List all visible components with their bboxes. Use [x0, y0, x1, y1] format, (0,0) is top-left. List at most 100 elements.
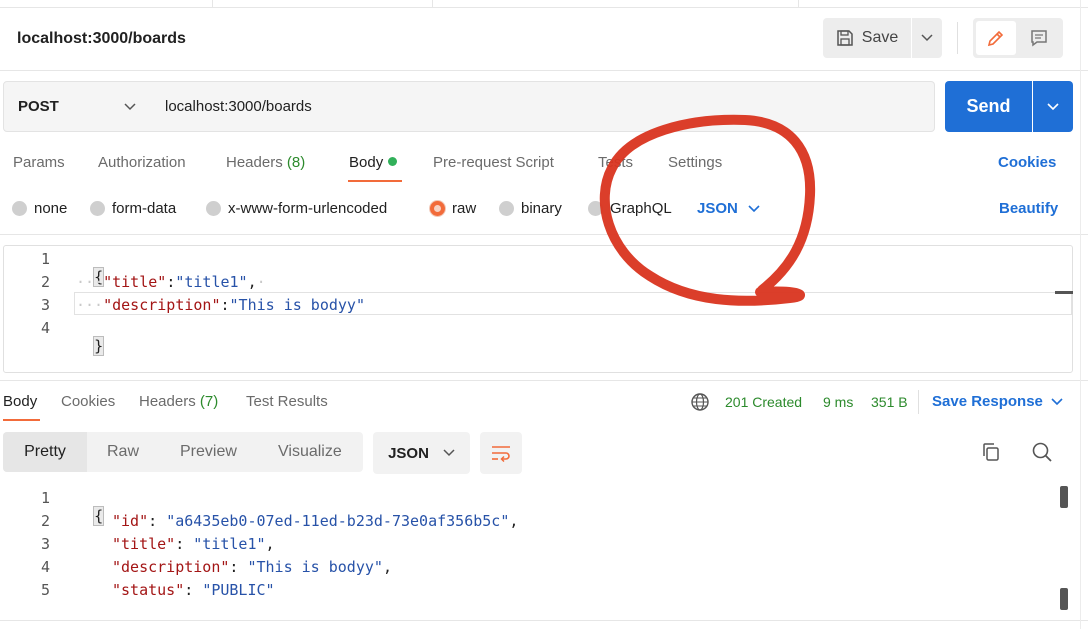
- send-dropdown-button[interactable]: [1033, 81, 1073, 132]
- response-size[interactable]: 351 B: [871, 394, 908, 410]
- tab-edge: [212, 0, 213, 8]
- line-number: 1: [40, 489, 50, 507]
- active-tab-underline: [348, 180, 402, 182]
- active-tab-underline: [3, 419, 40, 421]
- tab-body-label: Body: [349, 154, 384, 171]
- json-value: "This is bodyy": [247, 558, 383, 576]
- view-pretty[interactable]: Pretty: [3, 432, 87, 472]
- line-number: 3: [40, 296, 50, 314]
- view-preview[interactable]: Preview: [180, 443, 237, 461]
- save-dropdown-button[interactable]: [912, 18, 942, 58]
- method-select[interactable]: POST: [3, 81, 151, 132]
- save-label: Save: [861, 29, 899, 46]
- line-number: 2: [40, 512, 50, 530]
- scrollbar-thumb[interactable]: [1060, 486, 1068, 508]
- floppy-icon: [837, 30, 853, 46]
- response-tab-body[interactable]: Body: [3, 393, 37, 410]
- radio-button-selected[interactable]: [430, 201, 445, 216]
- chevron-down-icon: [124, 102, 136, 110]
- json-key: "title": [112, 535, 176, 553]
- beautify-link[interactable]: Beautify: [999, 200, 1058, 217]
- json-key: "description": [103, 296, 221, 314]
- brace: {: [93, 506, 105, 526]
- save-response-label: Save Response: [932, 393, 1043, 410]
- radio-button[interactable]: [588, 201, 603, 216]
- divider: [918, 390, 919, 414]
- request-title[interactable]: localhost:3000/boards: [17, 30, 186, 48]
- chevron-down-icon: [443, 449, 455, 457]
- body-indicator-dot: [388, 157, 398, 166]
- tab-tests[interactable]: Tests: [598, 154, 633, 171]
- scrollbar-thumb[interactable]: [1060, 588, 1068, 610]
- json-key: "title": [103, 273, 167, 291]
- save-button[interactable]: Save: [823, 18, 911, 58]
- code-line: }: [76, 319, 105, 356]
- tab-headers-label: Headers: [226, 154, 283, 171]
- wrap-lines-icon: [492, 446, 510, 462]
- tab-settings[interactable]: Settings: [668, 154, 722, 171]
- view-raw[interactable]: Raw: [107, 443, 139, 461]
- tab-body[interactable]: Body: [349, 154, 398, 171]
- comment-icon: [1031, 30, 1047, 47]
- body-format-select[interactable]: JSON: [697, 200, 760, 217]
- radio-button[interactable]: [206, 201, 221, 216]
- comments-mode-button[interactable]: [1018, 21, 1060, 55]
- code-line: "id": "a6435eb0-07ed-11ed-b23d-73e0af356…: [112, 512, 519, 530]
- globe-icon[interactable]: [690, 392, 710, 416]
- line-number: 3: [40, 535, 50, 553]
- tab-pre-request-script[interactable]: Pre-request Script: [433, 154, 554, 171]
- tab-edge: [432, 0, 433, 8]
- body-type-urlencoded[interactable]: x-www-form-urlencoded: [206, 200, 387, 217]
- divider: [0, 380, 1088, 381]
- tab-authorization[interactable]: Authorization: [98, 154, 186, 171]
- response-tab-headers-label: Headers: [139, 393, 196, 410]
- response-time[interactable]: 9 ms: [823, 394, 853, 410]
- body-type-none[interactable]: none: [12, 200, 67, 217]
- pane-edge: [1080, 0, 1081, 629]
- response-headers-count: (7): [199, 393, 219, 410]
- body-type-graphql[interactable]: GraphQL: [588, 200, 672, 217]
- radio-label: binary: [521, 200, 562, 217]
- radio-label: x-www-form-urlencoded: [228, 200, 388, 217]
- body-type-form-data[interactable]: form-data: [90, 200, 176, 217]
- search-icon[interactable]: [1031, 441, 1053, 467]
- copy-icon[interactable]: [980, 441, 1002, 467]
- radio-button[interactable]: [499, 201, 514, 216]
- response-tab-cookies[interactable]: Cookies: [61, 393, 115, 410]
- line-number: 4: [40, 558, 50, 576]
- radio-label: none: [34, 200, 68, 217]
- json-key: "description": [112, 558, 230, 576]
- response-format-label: JSON: [388, 444, 429, 462]
- body-type-raw[interactable]: raw: [430, 200, 476, 217]
- send-button[interactable]: Send: [945, 81, 1032, 132]
- tab-headers[interactable]: Headers (8): [226, 154, 305, 171]
- line-number: 5: [40, 581, 50, 599]
- chevron-down-icon: [1047, 102, 1059, 110]
- radio-button[interactable]: [12, 201, 27, 216]
- url-input[interactable]: [150, 81, 935, 132]
- code-line: ···"description":"This is bodyy": [76, 296, 365, 314]
- code-line: ···"title":"title1",·: [76, 273, 266, 291]
- response-format-select[interactable]: JSON: [373, 432, 470, 474]
- chevron-down-icon: [1051, 397, 1063, 405]
- json-value: "This is bodyy": [229, 296, 365, 314]
- view-visualize[interactable]: Visualize: [278, 443, 342, 461]
- headers-count: (8): [286, 154, 306, 171]
- radio-button[interactable]: [90, 201, 105, 216]
- divider: [0, 234, 1088, 235]
- line-number: 1: [40, 250, 50, 268]
- edit-mode-button[interactable]: [976, 21, 1016, 55]
- tab-edge: [798, 0, 799, 8]
- response-status[interactable]: 201 Created: [725, 394, 802, 410]
- response-tab-headers[interactable]: Headers (7): [139, 393, 218, 410]
- wrap-lines-button[interactable]: [480, 432, 522, 474]
- json-value: "title1": [175, 273, 248, 291]
- code-line: "title": "title1",: [112, 535, 275, 553]
- radio-label: form-data: [112, 200, 177, 217]
- tab-params[interactable]: Params: [13, 154, 65, 171]
- save-response-button[interactable]: Save Response: [932, 393, 1063, 410]
- cookies-link[interactable]: Cookies: [998, 154, 1056, 171]
- response-tab-test-results[interactable]: Test Results: [246, 393, 328, 410]
- scroll-marker: [1055, 291, 1073, 294]
- body-type-binary[interactable]: binary: [499, 200, 562, 217]
